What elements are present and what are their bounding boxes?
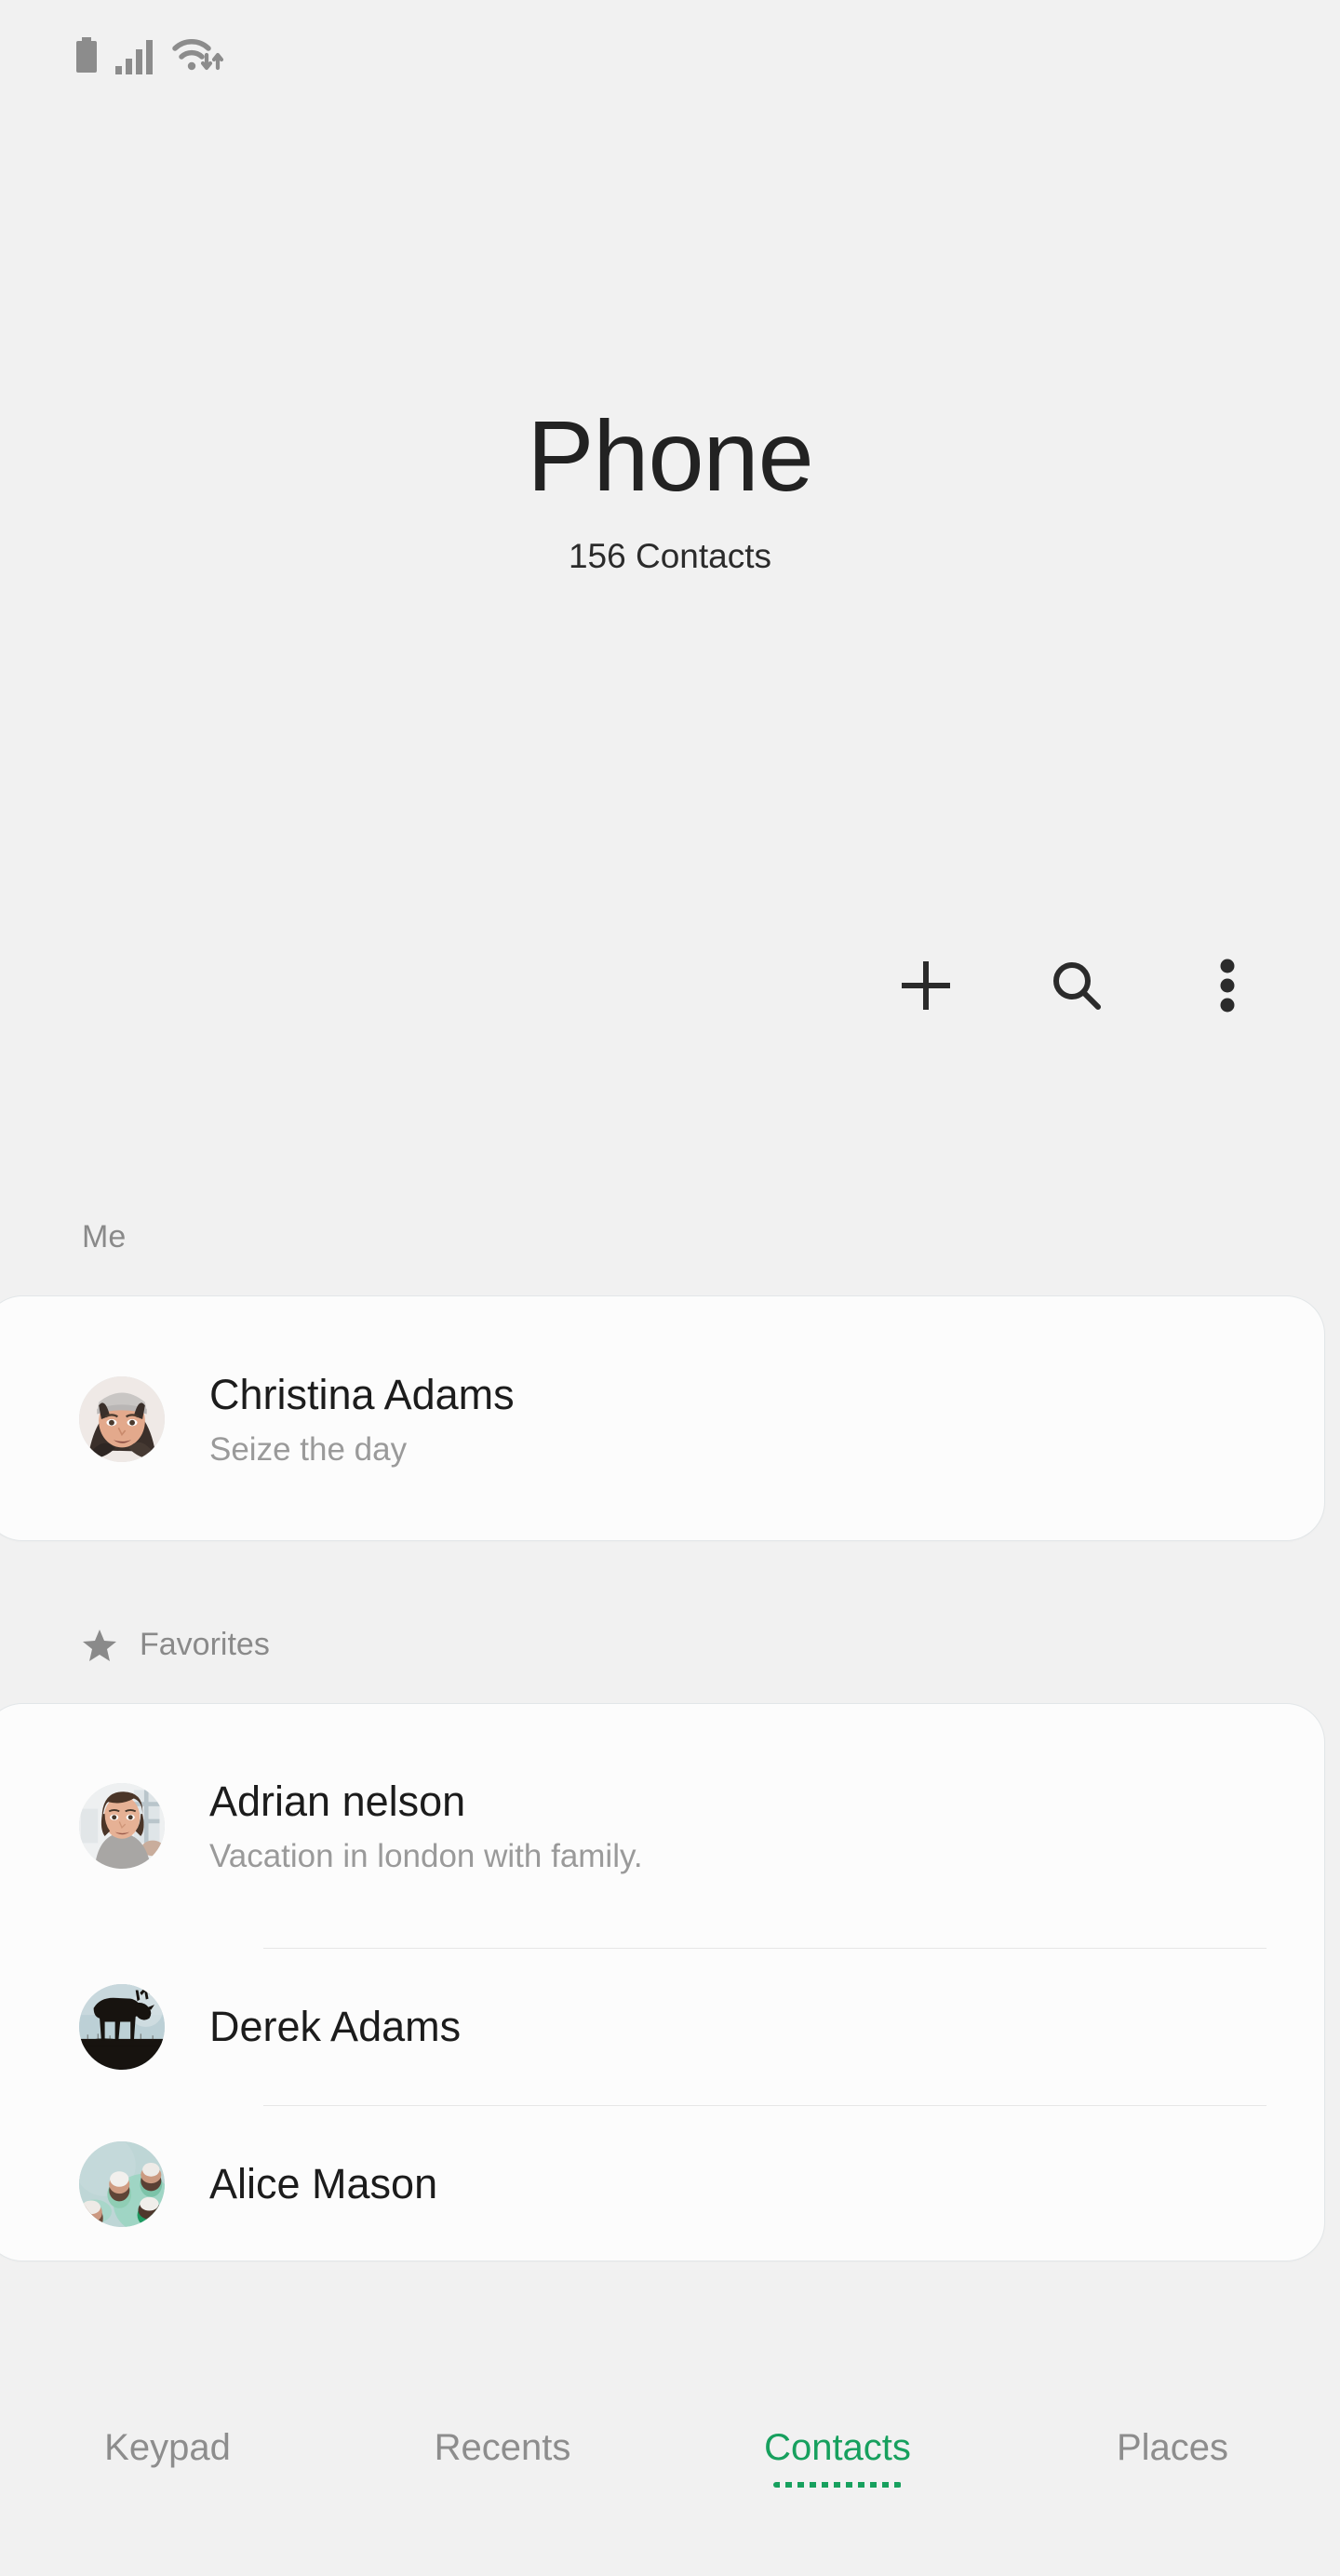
section-label-favorites-text: Favorites — [140, 1627, 270, 1662]
contact-info: Adrian nelson Vacation in london with fa… — [209, 1777, 643, 1875]
nav-tab-contacts-label: Contacts — [764, 2427, 911, 2468]
action-bar — [891, 951, 1262, 1020]
woman-bob-hair-photo — [79, 1783, 165, 1869]
favorites-card: Adrian nelson Vacation in london with fa… — [0, 1703, 1325, 2261]
more-options-button[interactable] — [1193, 951, 1262, 1020]
section-label-favorites: Favorites — [82, 1627, 270, 1663]
search-button[interactable] — [1042, 951, 1111, 1020]
contact-row-adrian-nelson[interactable]: Adrian nelson Vacation in london with fa… — [0, 1704, 1324, 1948]
status-bar — [0, 0, 1340, 112]
nav-tab-places[interactable]: Places — [1005, 2427, 1340, 2469]
star-icon — [83, 1629, 116, 1661]
avatar — [79, 1783, 165, 1869]
contact-status: Vacation in london with family. — [209, 1837, 643, 1874]
nav-tab-contacts[interactable]: Contacts — [670, 2427, 1005, 2488]
avatar — [79, 1376, 165, 1462]
contact-info: Derek Adams — [209, 2002, 461, 2051]
woman-beanie-photo — [79, 1376, 165, 1462]
app-header: Phone 156 Contacts — [0, 399, 1340, 576]
more-vertical-icon — [1220, 959, 1235, 1013]
contact-name: Alice Mason — [209, 2159, 438, 2207]
page-title: Phone — [527, 399, 813, 512]
contact-row-derek-adams[interactable]: Derek Adams — [0, 1948, 1324, 2105]
nav-tab-recents-label: Recents — [434, 2427, 571, 2468]
section-label-me-text: Me — [82, 1219, 127, 1254]
avatar — [79, 1983, 165, 2070]
deer-silhouette-photo — [79, 1983, 165, 2070]
add-contact-button[interactable] — [891, 951, 960, 1020]
bottom-navigation: Keypad Recents Contacts Places — [0, 2382, 1340, 2576]
nav-tab-places-label: Places — [1116, 2427, 1229, 2468]
plus-icon — [902, 961, 950, 1010]
contact-row-me[interactable]: Christina Adams Seize the day — [0, 1296, 1324, 1540]
contact-name: Adrian nelson — [209, 1777, 466, 1825]
battery-icon — [76, 37, 97, 73]
wifi-icon — [172, 39, 224, 71]
contact-info: Alice Mason — [209, 2159, 437, 2208]
avatar — [79, 2140, 165, 2227]
contact-status: Seize the day — [209, 1430, 408, 1468]
nav-tab-recents[interactable]: Recents — [335, 2427, 670, 2469]
search-icon — [1053, 962, 1101, 1010]
nav-tab-keypad-label: Keypad — [104, 2427, 231, 2468]
contacts-count: 156 Contacts — [568, 536, 772, 575]
phone-screen: Phone 156 Contacts Me Christina Adams Se… — [0, 0, 1340, 2576]
teal-stones-photo — [79, 2140, 165, 2227]
signal-bars-icon — [115, 40, 153, 74]
section-label-me: Me — [82, 1219, 126, 1255]
active-tab-indicator — [773, 2482, 902, 2488]
contact-info: Christina Adams Seize the day — [209, 1370, 515, 1469]
contact-row-alice-mason[interactable]: Alice Mason — [0, 2105, 1324, 2261]
nav-tab-keypad[interactable]: Keypad — [0, 2427, 335, 2469]
contact-name: Derek Adams — [209, 2002, 462, 2050]
me-card: Christina Adams Seize the day — [0, 1295, 1325, 1541]
contact-name: Christina Adams — [209, 1370, 515, 1418]
